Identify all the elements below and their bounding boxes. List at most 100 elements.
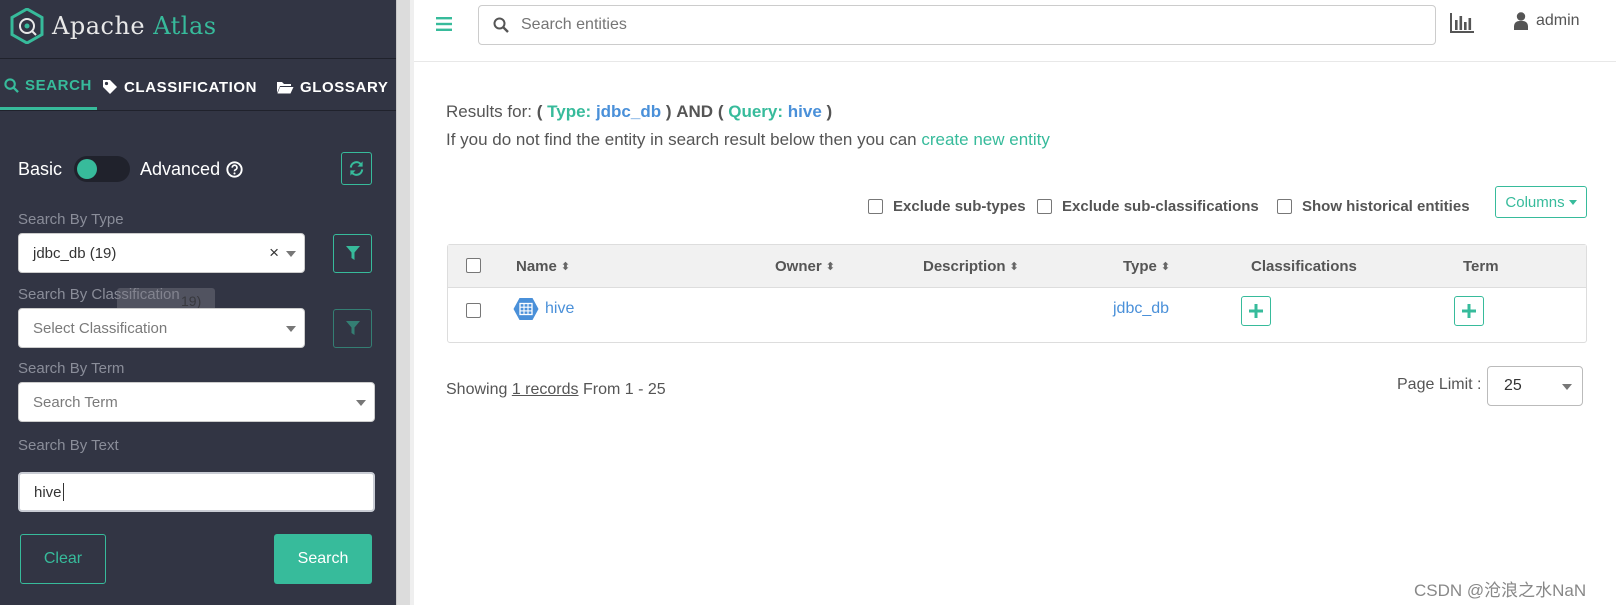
classification-filter-button[interactable]: [333, 309, 372, 348]
sort-icon: ⬍: [1009, 261, 1019, 273]
results-summary: Results for: ( Type: jdbc_db ) AND ( Que…: [446, 102, 832, 122]
show-historical-label: Show historical entities: [1302, 197, 1470, 215]
page-limit-value: 25: [1504, 377, 1522, 394]
atlas-logo-icon: [10, 8, 44, 44]
and-operator: AND: [676, 102, 714, 121]
column-description-label: Description: [923, 258, 1006, 275]
clear-button[interactable]: Clear: [20, 534, 106, 584]
user-name: admin: [1536, 12, 1580, 29]
app-title: Apache Atlas: [52, 12, 217, 40]
showing-label: Showing: [446, 381, 508, 398]
results-prefix: Results for:: [446, 102, 532, 121]
sort-icon: ⬍: [560, 261, 571, 273]
records-range: From 1 - 25: [582, 381, 666, 398]
text-label: Search By Text: [18, 437, 119, 454]
search-entities-input[interactable]: [521, 16, 1401, 34]
exclude-subclassifications-checkbox[interactable]: [1037, 198, 1052, 214]
basic-label: Basic: [18, 158, 63, 179]
filter-icon: [345, 321, 360, 335]
column-term: Term: [1463, 258, 1499, 275]
column-type[interactable]: Type ⬍: [1123, 258, 1170, 275]
brand-apache: Apache: [52, 12, 146, 40]
column-owner[interactable]: Owner ⬍: [775, 258, 835, 275]
search-icon: [493, 17, 509, 33]
table-header: Name ⬍ Owner ⬍ Description ⬍ Type ⬍ Classifi…: [448, 245, 1586, 288]
advanced-label: Advanced: [140, 158, 221, 179]
add-term-button[interactable]: [1454, 296, 1484, 326]
tab-search[interactable]: SEARCH: [0, 64, 97, 110]
watermark: CSDN @沧浪之水NaN: [1414, 581, 1587, 600]
type-label: Search By Type: [18, 211, 124, 228]
brand-atlas: Atlas: [153, 12, 217, 40]
select-all-checkbox[interactable]: [466, 258, 481, 273]
exclude-subclassifications-label: Exclude sub-classifications: [1062, 197, 1259, 215]
entity-type-link[interactable]: jdbc_db: [1113, 300, 1169, 318]
clear-type-icon[interactable]: ×: [269, 243, 279, 263]
page-limit-select[interactable]: 25: [1487, 366, 1583, 406]
chevron-down-icon: [356, 400, 366, 406]
exclude-subtypes-label: Exclude sub-types: [893, 197, 1026, 215]
tab-classification[interactable]: CLASSIFICATION: [102, 64, 257, 110]
text-cursor: [62, 483, 64, 501]
paren-open: (: [717, 102, 724, 121]
exclude-subtypes-option[interactable]: Exclude sub-types: [868, 194, 1026, 218]
column-name[interactable]: Name ⬍: [516, 258, 570, 275]
column-classifications: Classifications: [1251, 258, 1357, 275]
bar-chart-icon[interactable]: [1450, 13, 1474, 38]
tab-glossary-label: GLOSSARY: [300, 78, 389, 96]
refresh-button[interactable]: [341, 152, 372, 185]
entity-name-link[interactable]: hive: [545, 300, 574, 318]
user-menu[interactable]: admin: [1514, 12, 1580, 30]
search-mode-row: Basic Advanced: [18, 154, 243, 184]
search-button[interactable]: Search: [274, 534, 372, 584]
chevron-down-icon: [286, 326, 296, 332]
app-window: Apache Atlas SEARCH CLASSIFICATION GLOSS…: [0, 0, 1616, 605]
term-placeholder: Search Term: [33, 393, 118, 411]
columns-dropdown-button[interactable]: Columns: [1495, 186, 1587, 218]
sort-icon: ⬍: [1160, 261, 1171, 273]
hamburger-menu-icon[interactable]: [436, 17, 452, 36]
search-text-value: hive: [34, 483, 62, 501]
tab-glossary[interactable]: GLOSSARY: [276, 64, 388, 110]
column-owner-label: Owner: [775, 258, 822, 275]
sidebar: Apache Atlas SEARCH CLASSIFICATION GLOSS…: [0, 0, 396, 605]
add-classification-button[interactable]: [1241, 296, 1271, 326]
paren-close: ): [665, 102, 672, 121]
term-select[interactable]: Search Term: [18, 382, 375, 422]
divider: [0, 110, 396, 111]
filter-icon: [345, 246, 360, 260]
exclude-subclassifications-option[interactable]: Exclude sub-classifications: [1037, 194, 1259, 218]
row-checkbox[interactable]: [466, 303, 481, 318]
tab-classification-label: CLASSIFICATION: [124, 78, 258, 96]
toggle-knob: [77, 159, 98, 179]
question-circle-icon[interactable]: [226, 160, 243, 178]
page-limit-label: Page Limit :: [1397, 376, 1482, 393]
term-label: Search By Term: [18, 360, 125, 377]
search-text-input[interactable]: hive: [18, 472, 375, 512]
records-link[interactable]: 1 records: [512, 381, 579, 398]
refresh-icon: [349, 161, 364, 176]
create-entity-link[interactable]: create new entity: [921, 130, 1050, 149]
tab-search-label: SEARCH: [25, 77, 92, 94]
paren-open: (: [536, 102, 543, 121]
exclude-subtypes-checkbox[interactable]: [868, 198, 883, 214]
show-historical-option[interactable]: Show historical entities: [1277, 194, 1470, 218]
top-header: admin: [414, 0, 1616, 62]
type-select-value: jdbc_db (19): [33, 244, 117, 262]
column-name-label: Name: [516, 258, 557, 275]
divider: [0, 58, 396, 59]
global-search[interactable]: [478, 5, 1436, 45]
plus-icon: [1462, 304, 1476, 318]
brand[interactable]: Apache Atlas: [10, 6, 217, 46]
show-historical-checkbox[interactable]: [1277, 198, 1292, 214]
type-select[interactable]: jdbc_db (19) ×: [18, 233, 305, 273]
basic-advanced-toggle[interactable]: [74, 156, 131, 182]
classification-select[interactable]: Select Classification: [18, 308, 305, 348]
create-hint: If you do not find the entity in search …: [446, 130, 1050, 150]
classification-placeholder: Select Classification: [33, 319, 168, 337]
type-value: jdbc_db: [595, 102, 662, 121]
type-filter-button[interactable]: [333, 234, 372, 273]
column-description[interactable]: Description ⬍: [923, 258, 1019, 275]
chevron-down-icon: [286, 251, 296, 257]
columns-label: Columns: [1505, 193, 1565, 211]
